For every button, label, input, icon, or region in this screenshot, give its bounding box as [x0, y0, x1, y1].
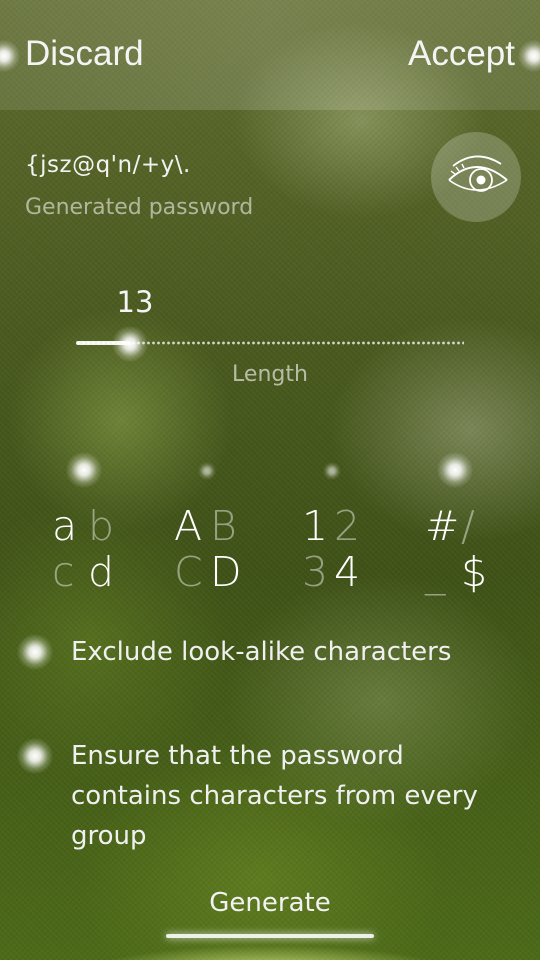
exclude-lookalike-checkbox[interactable] — [17, 634, 53, 670]
ensure-groups-line-2: contains characters from every — [71, 781, 478, 811]
char-c: c — [52, 548, 75, 596]
generated-password-label: Generated password — [25, 195, 254, 220]
pulley-menu-glow — [80, 945, 460, 960]
generated-password-value[interactable]: {jsz@q'n/+y\. — [25, 152, 191, 178]
char-4: 4 — [334, 548, 361, 596]
dialog-header: Discard Accept — [0, 0, 540, 110]
char-d: d — [88, 548, 115, 596]
char-hash: # — [425, 502, 460, 550]
digits-group-toggle[interactable]: 1 2 3 4 — [302, 500, 412, 600]
generate-button[interactable]: Generate — [170, 888, 370, 918]
uppercase-group-toggle[interactable]: A B C D — [174, 500, 284, 600]
generate-underline — [166, 934, 374, 938]
eye-icon — [448, 155, 508, 192]
char-3: 3 — [302, 548, 329, 596]
char-slash: / — [461, 502, 475, 550]
char-2: 2 — [334, 502, 361, 550]
discard-glow-indicator — [0, 40, 20, 72]
uppercase-disabled-indicator — [198, 462, 216, 480]
lowercase-enabled-indicator — [66, 452, 102, 488]
char-a: a — [52, 502, 78, 550]
ensure-groups-label[interactable]: Ensure that the password contains charac… — [71, 736, 478, 856]
discard-button[interactable]: Discard — [25, 34, 144, 74]
char-underscore: _ — [425, 548, 446, 596]
accept-glow-indicator — [518, 40, 540, 72]
show-password-button[interactable] — [431, 132, 521, 222]
char-b: b — [88, 502, 115, 550]
digits-disabled-indicator — [323, 462, 341, 480]
char-A: A — [174, 502, 203, 550]
char-B: B — [210, 502, 237, 550]
length-value: 13 — [116, 285, 154, 319]
char-C: C — [174, 548, 203, 596]
lowercase-group-toggle[interactable]: a b c d — [52, 500, 162, 600]
accept-button[interactable]: Accept — [408, 34, 515, 74]
ensure-groups-checkbox[interactable] — [17, 738, 53, 774]
length-slider-handle[interactable] — [112, 326, 148, 362]
char-D: D — [210, 548, 242, 596]
symbols-enabled-indicator — [437, 452, 473, 488]
symbols-group-toggle[interactable]: # / _ $ — [425, 500, 535, 600]
length-label: Length — [232, 362, 308, 387]
char-1: 1 — [302, 502, 329, 550]
ensure-groups-line-3: group — [71, 821, 147, 851]
ensure-groups-line-1: Ensure that the password — [71, 741, 404, 771]
exclude-lookalike-label[interactable]: Exclude look-alike characters — [71, 632, 451, 672]
char-dollar: $ — [461, 548, 488, 596]
